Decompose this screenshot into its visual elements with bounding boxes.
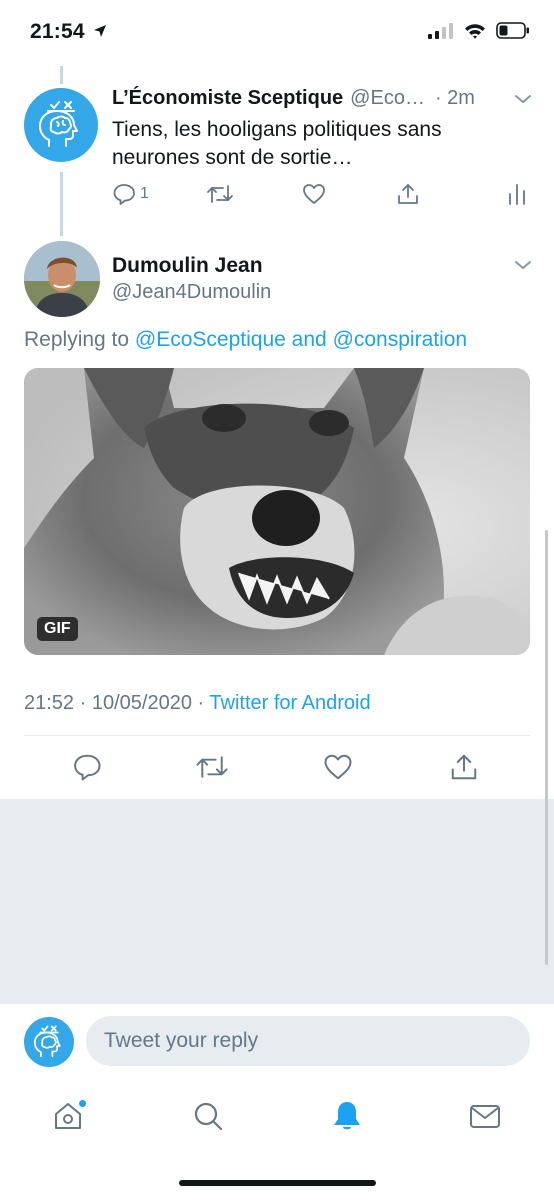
divider: [24, 735, 530, 736]
profile-photo: [24, 241, 100, 317]
tweet-header: L’Économiste Sceptique @Eco… · 2m: [112, 87, 532, 110]
like-icon: [324, 754, 352, 780]
tweet-meta: 21:52 · 10/05/2020 · Twitter for Android: [24, 692, 371, 714]
gif-badge: GIF: [37, 617, 78, 641]
tab-home[interactable]: [48, 1096, 88, 1136]
author-name[interactable]: L’Économiste Sceptique: [112, 87, 343, 110]
chevron-down-icon[interactable]: [514, 259, 532, 271]
tweet-time: · 2m: [434, 87, 475, 109]
tab-messages[interactable]: [465, 1096, 505, 1136]
brain-head-logo-icon: [33, 1025, 61, 1058]
tab-notifications[interactable]: [327, 1096, 367, 1136]
reply-icon: [113, 184, 135, 205]
tweet-source[interactable]: Twitter for Android: [209, 692, 370, 714]
messages-icon: [470, 1105, 500, 1128]
author-handle[interactable]: @Eco…: [350, 87, 425, 110]
empty-area: [0, 799, 554, 1003]
tweet-actions: 1: [112, 182, 532, 210]
reply-button[interactable]: 1: [112, 182, 149, 206]
avatar[interactable]: [24, 241, 100, 317]
share-icon: [451, 754, 477, 780]
chevron-down-icon[interactable]: [514, 93, 532, 105]
tab-bar: [0, 1080, 554, 1200]
wolf-gif-image: [24, 368, 530, 655]
share-button[interactable]: [449, 752, 479, 787]
tweet-text: Tiens, les hooligans politiques sans neu…: [112, 118, 442, 169]
retweet-button[interactable]: [206, 182, 234, 206]
retweet-icon: [207, 185, 233, 203]
tweet-actions: [0, 752, 554, 786]
replying-to: Replying to @EcoSceptique and @conspirat…: [24, 328, 468, 351]
avatar[interactable]: [24, 1017, 74, 1067]
scrollbar[interactable]: [545, 530, 548, 965]
thread-line: [60, 172, 63, 236]
status-time: 21:54: [30, 20, 107, 44]
tweet-timestamp: 21:52: [24, 692, 75, 714]
battery-icon: [496, 22, 529, 39]
analytics-button[interactable]: [506, 182, 528, 206]
wifi-icon: [465, 23, 485, 39]
reply-bar: [0, 1003, 554, 1080]
reply-count: 1: [140, 185, 149, 202]
search-icon: [194, 1102, 223, 1131]
analytics-icon: [509, 184, 525, 205]
brain-head-logo-icon: [39, 101, 78, 147]
home-indicator[interactable]: [179, 1180, 376, 1186]
reply-icon: [74, 754, 101, 781]
gif-media[interactable]: GIF: [24, 368, 530, 655]
share-button[interactable]: [396, 182, 420, 206]
notifications-bell-icon: [334, 1102, 360, 1130]
like-button[interactable]: [323, 752, 353, 787]
reply-button[interactable]: [72, 752, 102, 787]
avatar[interactable]: [24, 88, 98, 162]
tweet-date: 10/05/2020: [91, 692, 192, 714]
mention-link[interactable]: @EcoSceptique: [135, 328, 286, 351]
signal-icon: [428, 22, 453, 39]
like-icon: [303, 184, 325, 204]
author-handle[interactable]: @Jean4Dumoulin: [112, 281, 271, 304]
thread-line: [60, 66, 63, 84]
status-icons: [428, 22, 530, 39]
status-bar: 21:54: [0, 0, 554, 66]
share-icon: [398, 184, 418, 204]
mention-link[interactable]: @conspiration: [333, 328, 468, 351]
author-name[interactable]: Dumoulin Jean: [112, 254, 263, 278]
retweet-button[interactable]: [195, 752, 229, 787]
location-arrow-icon: [93, 25, 106, 37]
retweet-icon: [196, 756, 228, 778]
reply-input[interactable]: [86, 1016, 530, 1066]
notification-dot: [78, 1099, 87, 1108]
like-button[interactable]: [302, 182, 326, 206]
tab-search[interactable]: [188, 1096, 228, 1136]
